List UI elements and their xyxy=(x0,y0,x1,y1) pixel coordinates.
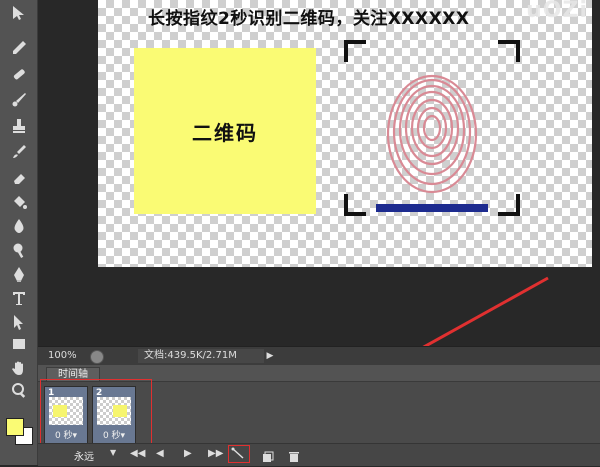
loop-options-dropdown[interactable]: 永远 xyxy=(74,448,94,463)
pen-tool-icon[interactable] xyxy=(6,262,32,286)
new-frame-icon xyxy=(263,451,274,462)
chevron-down-icon[interactable]: ▼ xyxy=(110,448,116,457)
zoom-level[interactable]: 100% xyxy=(48,350,77,361)
brush-tool-icon[interactable] xyxy=(6,88,32,112)
photoshop-window: 长按指纹2秒识别二维码，关注XXXXXX uOZi 二维码 100% 文档:43… xyxy=(0,0,600,466)
stamp-tool-icon[interactable] xyxy=(6,114,32,138)
type-tool-icon[interactable] xyxy=(6,286,32,310)
blur-tool-icon[interactable] xyxy=(6,214,32,238)
healing-brush-tool-icon[interactable] xyxy=(6,62,32,86)
eyedropper-tool-icon[interactable] xyxy=(6,36,32,60)
dodge-tool-icon[interactable] xyxy=(6,238,32,262)
document-info: 文档:439.5K/2.71M xyxy=(138,349,264,363)
history-brush-tool-icon[interactable] xyxy=(6,140,32,164)
paint-bucket-tool-icon[interactable] xyxy=(6,190,32,214)
tween-button[interactable] xyxy=(228,445,250,463)
rectangle-tool-icon[interactable] xyxy=(6,332,32,356)
previous-frame-button[interactable]: ◀ xyxy=(156,448,164,459)
status-menu-arrow-icon[interactable]: ▶ xyxy=(264,349,276,363)
duplicate-frame-button[interactable] xyxy=(262,448,274,462)
delete-frame-button[interactable] xyxy=(288,448,300,462)
status-info-icon[interactable] xyxy=(90,350,104,364)
first-frame-button[interactable]: ◀◀ xyxy=(130,448,145,459)
color-swatches[interactable] xyxy=(3,415,35,447)
foreground-color-swatch[interactable] xyxy=(6,418,24,436)
zoom-tool-icon[interactable] xyxy=(6,378,32,402)
path-selection-tool-icon[interactable] xyxy=(6,310,32,334)
frames-selection-highlight xyxy=(40,379,152,449)
tween-icon xyxy=(231,447,244,459)
trash-icon xyxy=(289,452,299,462)
tools-panel xyxy=(0,0,38,465)
play-button[interactable]: ▶ xyxy=(184,448,192,459)
move-tool-icon[interactable] xyxy=(6,0,32,24)
timeline-controls: 永远 ▼ ◀◀ ◀ ▶ ▶▶ xyxy=(38,443,600,466)
timeline-panel: 时间轴 1 0 秒▾ 2 0 秒▾ 永远 ▼ ◀◀ ◀ ▶ ▶▶ xyxy=(38,365,600,466)
next-frame-button[interactable]: ▶▶ xyxy=(208,448,223,459)
hand-tool-icon[interactable] xyxy=(6,356,32,380)
canvas-workspace: 长按指纹2秒识别二维码，关注XXXXXX uOZi 二维码 xyxy=(38,0,600,446)
eraser-tool-icon[interactable] xyxy=(6,166,32,190)
status-bar: 100% 文档:439.5K/2.71M ▶ xyxy=(38,346,600,365)
